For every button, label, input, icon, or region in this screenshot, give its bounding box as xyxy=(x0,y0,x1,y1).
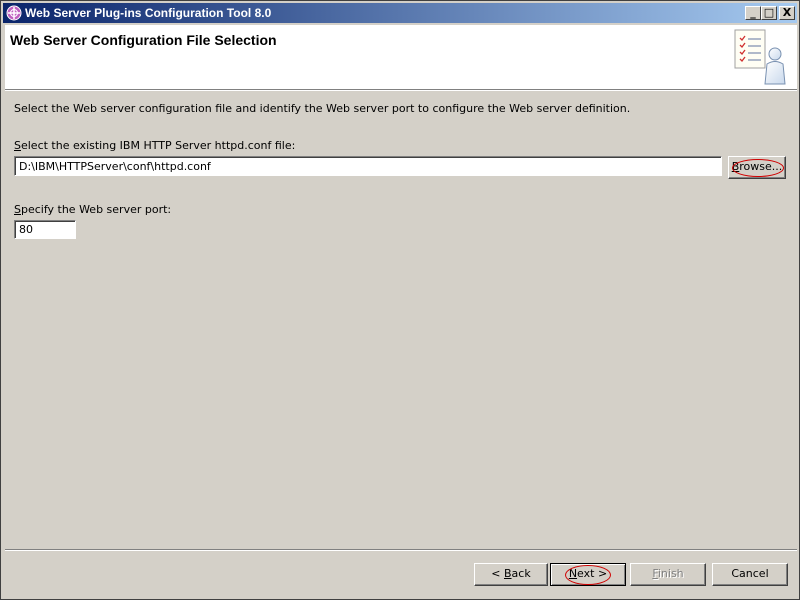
title-bar[interactable]: Web Server Plug-ins Configuration Tool 8… xyxy=(3,3,797,23)
window-title: Web Server Plug-ins Configuration Tool 8… xyxy=(25,6,272,20)
page-title: Web Server Configuration File Selection xyxy=(10,32,277,48)
close-button[interactable]: X xyxy=(779,6,795,20)
port-label-mnemonic: S xyxy=(14,203,21,216)
wizard-window: Web Server Plug-ins Configuration Tool 8… xyxy=(0,0,800,600)
config-file-label: Select the existing IBM HTTP Server http… xyxy=(14,139,295,152)
maximize-button[interactable]: □ xyxy=(761,6,777,20)
finish-button[interactable]: Finish xyxy=(630,563,706,586)
back-mnemonic: B xyxy=(504,567,512,580)
minimize-button[interactable]: _ xyxy=(745,6,761,20)
next-mnemonic: N xyxy=(568,567,578,580)
config-file-path-input[interactable]: D:\IBM\HTTPServer\conf\httpd.conf xyxy=(14,156,722,176)
wizard-document-person-icon xyxy=(734,29,786,85)
port-input[interactable]: 80 xyxy=(14,220,76,239)
header-separator xyxy=(5,90,797,91)
next-button[interactable]: Next > xyxy=(550,563,626,586)
maximize-icon: □ xyxy=(763,6,775,19)
back-button[interactable]: < Back xyxy=(474,563,548,586)
config-file-label-text: elect the existing IBM HTTP Server httpd… xyxy=(20,139,296,152)
finish-label: inish xyxy=(657,567,684,580)
config-file-label-mnemonic: S xyxy=(14,139,21,152)
footer-separator xyxy=(5,549,797,551)
wizard-header: Web Server Configuration File Selection xyxy=(5,25,797,90)
page-description: Select the Web server configuration file… xyxy=(14,102,631,115)
browse-button[interactable]: Browse... xyxy=(728,156,786,179)
port-label: Specify the Web server port: xyxy=(14,203,171,216)
back-label: ack xyxy=(511,567,531,580)
browse-label: rowse... xyxy=(739,160,783,173)
back-prefix: < xyxy=(491,567,504,580)
port-label-text: pecify the Web server port: xyxy=(20,203,172,216)
minimize-icon: _ xyxy=(750,6,756,19)
cancel-button[interactable]: Cancel xyxy=(712,563,788,586)
next-label: ext > xyxy=(577,567,608,580)
app-logo-icon xyxy=(6,5,22,21)
close-icon: X xyxy=(782,6,792,19)
